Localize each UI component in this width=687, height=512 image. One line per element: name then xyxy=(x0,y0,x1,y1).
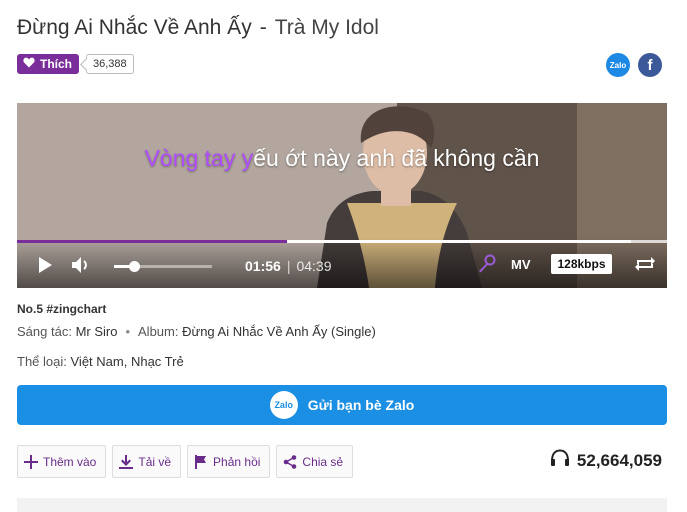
feedback-button[interactable]: Phản hồi xyxy=(187,445,271,478)
artist-link[interactable]: Trà My Idol xyxy=(275,16,379,39)
add-label: Thêm vào xyxy=(43,454,97,469)
feedback-label: Phản hồi xyxy=(213,454,261,469)
share-button[interactable]: Chia sẻ xyxy=(276,445,354,478)
current-time: 01:56 xyxy=(245,258,281,274)
download-button[interactable]: Tải về xyxy=(112,445,182,478)
like-label: Thích xyxy=(40,57,72,71)
zalo-share-label: Gửi bạn bè Zalo xyxy=(307,397,415,413)
volume-knob[interactable] xyxy=(128,261,140,272)
credits-line: Sáng tác: Mr Siro • Album: Đừng Ai Nhắc Về… xyxy=(17,324,376,339)
media-player[interactable]: Vòng tay yếu ớt này anh đã không cần 01:… xyxy=(17,103,667,288)
genre-label: Thể loại: xyxy=(17,354,67,369)
heart-icon xyxy=(23,57,35,71)
play-icon[interactable] xyxy=(37,256,53,279)
song-title: Đừng Ai Nhắc Về Anh Ấy xyxy=(17,16,252,39)
add-to-playlist-button[interactable]: Thêm vào xyxy=(17,445,107,478)
zalo-share-button[interactable]: Zalo Gửi bạn bè Zalo xyxy=(17,385,667,425)
like-count: 36,388 xyxy=(86,54,134,74)
download-icon xyxy=(119,454,134,469)
plus-icon xyxy=(24,454,38,469)
repeat-icon[interactable] xyxy=(634,255,656,278)
social-share: Zalo f xyxy=(606,53,662,77)
download-label: Tải về xyxy=(138,454,172,469)
flag-icon xyxy=(194,454,208,469)
played-bar xyxy=(17,240,288,243)
lower-panel xyxy=(17,498,667,512)
bullet-separator: • xyxy=(125,324,131,339)
progress-bar[interactable] xyxy=(17,240,667,243)
time-divider: | xyxy=(286,258,291,274)
chart-rank[interactable]: No.5 #zingchart xyxy=(17,302,106,316)
total-time: 04:39 xyxy=(296,258,332,274)
genre-link[interactable]: Việt Nam, Nhạc Trẻ xyxy=(71,354,184,369)
time-display: 01:56 | 04:39 xyxy=(245,258,332,274)
quality-button[interactable]: 128kbps xyxy=(551,254,612,274)
song-heading: Đừng Ai Nhắc Về Anh Ấy - Trà My Idol xyxy=(17,16,379,40)
listen-count: 52,664,059 xyxy=(576,450,662,470)
lyric-sung: Vòng tay y xyxy=(144,145,254,171)
like-button[interactable]: Thích xyxy=(17,54,79,74)
album-link[interactable]: Đừng Ai Nhắc Về Anh Ấy (Single) xyxy=(182,324,376,339)
genre-line: Thể loại: Việt Nam, Nhạc Trẻ xyxy=(17,354,184,369)
action-buttons: Thêm vào Tải về Phản hồi Chia sẻ xyxy=(17,445,354,478)
composer-label: Sáng tác: xyxy=(17,324,72,339)
share-label: Chia sẻ xyxy=(302,454,344,469)
zalo-share-icon[interactable]: Zalo xyxy=(606,53,630,77)
volume-icon[interactable] xyxy=(71,256,91,279)
facebook-share-icon[interactable]: f xyxy=(638,53,662,77)
lyric-unsung: ếu ớt này anh đã không cần xyxy=(253,145,540,171)
mv-button[interactable]: MV xyxy=(511,257,531,272)
headphones-icon xyxy=(550,449,570,472)
karaoke-mic-icon[interactable] xyxy=(476,254,496,279)
listen-counter: 52,664,059 xyxy=(550,449,662,472)
album-label: Album: xyxy=(138,324,179,339)
like-row: Thích 36,388 xyxy=(17,54,134,74)
zalo-logo-icon: Zalo xyxy=(269,391,298,419)
share-icon xyxy=(283,454,297,469)
volume-slider[interactable] xyxy=(114,261,212,272)
composer-link[interactable]: Mr Siro xyxy=(76,324,118,339)
title-separator: - xyxy=(259,16,267,39)
karaoke-lyric: Vòng tay yếu ớt này anh đã không cần xyxy=(17,145,667,172)
buffered-bar xyxy=(287,240,631,243)
